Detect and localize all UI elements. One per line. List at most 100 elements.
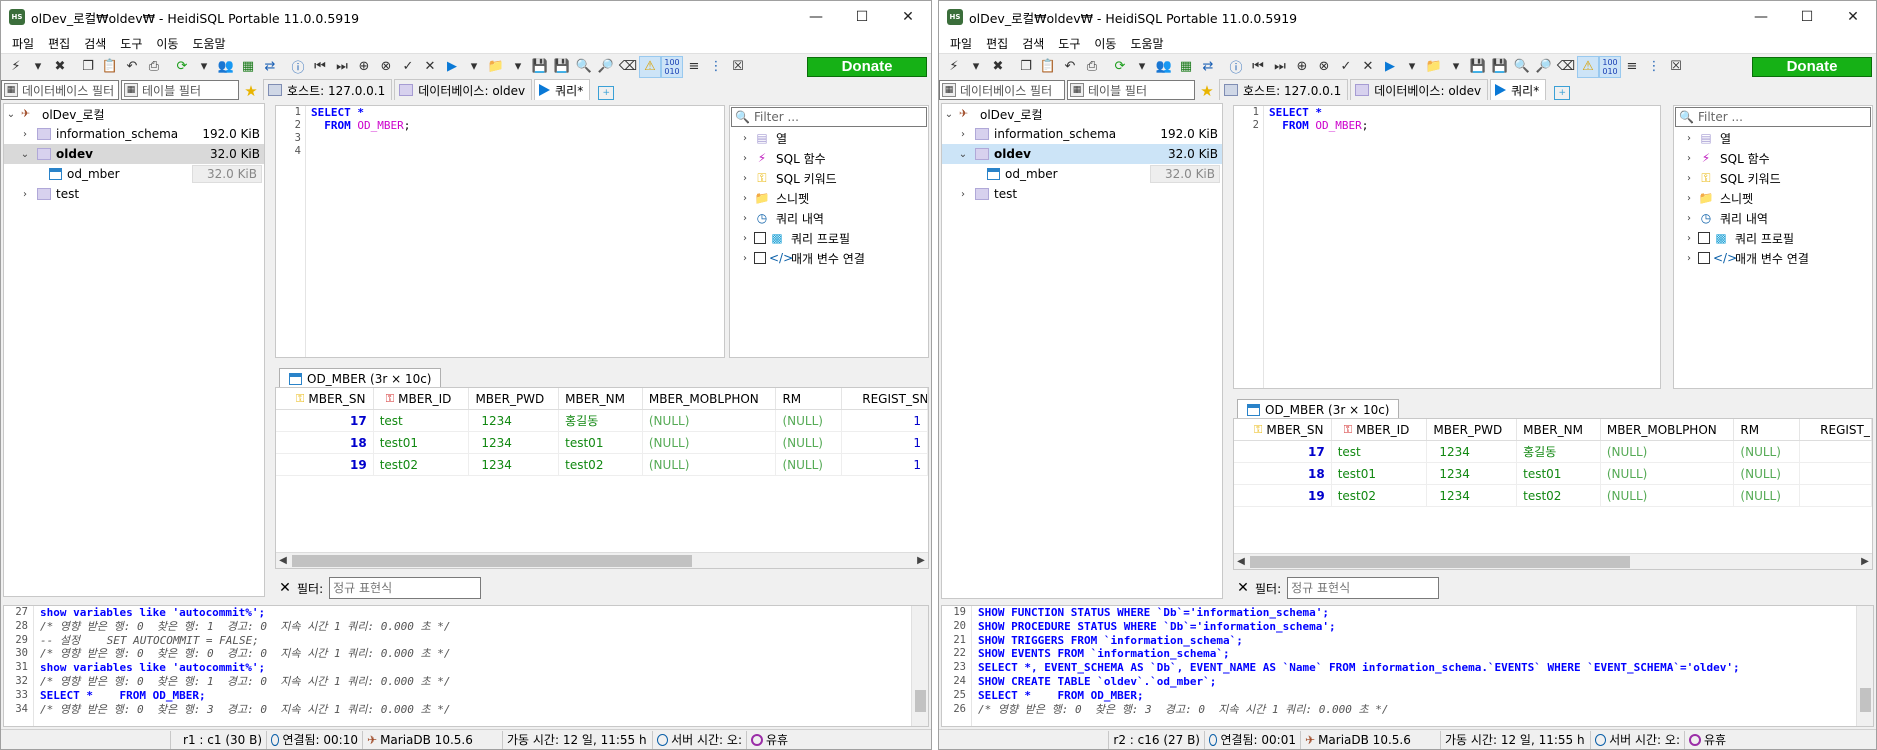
chevron-right-icon[interactable]: › [956, 189, 970, 200]
table-cell[interactable]: (NULL) [642, 454, 777, 476]
checkbox[interactable] [754, 252, 766, 264]
table-cell[interactable]: (NULL) [776, 410, 843, 432]
tree-item-information-schema[interactable]: › information_schema 192.0 KiB [4, 124, 264, 144]
column-header[interactable]: MBER_NM [559, 388, 643, 409]
helper-item-query-profile[interactable]: › ▩ 쿼리 프로필 [730, 228, 928, 248]
table-cell[interactable]: 17 [276, 410, 374, 432]
add-icon[interactable]: ⊕ [1291, 56, 1313, 78]
help-icon[interactable]: ⓘ [287, 56, 309, 78]
result-grid[interactable]: ⚿ MBER_SN ⚿ MBER_ID MBER_PWD MBER_NM MBER_… [275, 387, 929, 569]
column-header[interactable]: MBER_MOBLPHON [1601, 419, 1735, 440]
sql-editor[interactable]: 1 2 3 4 SELECT * FROM OD_MBER; [275, 105, 725, 358]
database-filter-input[interactable]: ▦ 데이터베이스 필터 [1, 80, 119, 100]
table-cell[interactable]: 1234 [1427, 441, 1518, 463]
column-header[interactable]: ⚿ MBER_ID [374, 388, 470, 409]
menu-tools[interactable]: 도구 [113, 35, 149, 52]
column-header[interactable]: MBER_PWD [1427, 419, 1518, 440]
chevron-right-icon[interactable]: › [736, 193, 754, 204]
table-row[interactable]: 17 test 1234 홍길동 (NULL) (NULL) [1234, 441, 1872, 463]
database-filter-input[interactable]: ▦ 데이터베이스 필터 [939, 80, 1065, 100]
sql-editor[interactable]: 1 2 SELECT * FROM OD_MBER; [1233, 105, 1661, 389]
disconnect-icon[interactable]: ✖ [49, 56, 71, 78]
helper-item-snippets[interactable]: › 📁 스니펫 [730, 188, 928, 208]
warning-icon[interactable]: ⚠ [1577, 55, 1599, 78]
maximize-button[interactable]: ☐ [1784, 1, 1830, 33]
scroll-thumb[interactable] [1860, 688, 1871, 712]
table-cell[interactable]: (NULL) [776, 432, 843, 454]
table-cell[interactable]: 1 [842, 454, 928, 476]
maximize-button[interactable]: ☐ [839, 1, 885, 33]
code-area[interactable]: SELECT * FROM OD_MBER; [311, 106, 410, 132]
menu-edit[interactable]: 편집 [41, 35, 77, 52]
helper-item-columns[interactable]: › ▤ 열 [1674, 128, 1872, 148]
table-cell[interactable]: 1 [842, 432, 928, 454]
undo-icon[interactable]: ↶ [1059, 56, 1081, 78]
table-cell[interactable]: (NULL) [1600, 485, 1735, 507]
table-cell[interactable]: test02 [373, 454, 470, 476]
minimize-button[interactable]: — [793, 1, 839, 33]
connect-icon[interactable]: ⚡ [5, 56, 27, 78]
table-cell[interactable]: 18 [276, 432, 374, 454]
close-filter-icon[interactable]: ✕ [1231, 580, 1255, 596]
chevron-down-icon[interactable]: ⌄ [956, 149, 970, 160]
chevron-right-icon[interactable]: › [1680, 153, 1698, 164]
scroll-left-icon[interactable]: ◀ [1234, 554, 1248, 569]
remove-icon[interactable]: ⊗ [375, 56, 397, 78]
table-cell[interactable] [1800, 463, 1872, 485]
last-icon[interactable]: ⏭ [1269, 56, 1291, 78]
column-header[interactable]: MBER_MOBLPHON [643, 388, 777, 409]
chevron-right-icon[interactable]: › [736, 153, 754, 164]
table-cell[interactable]: 1234 [469, 454, 560, 476]
donate-button[interactable]: Donate [807, 57, 927, 77]
save-icon[interactable]: 💾 [529, 56, 551, 78]
table-cell[interactable]: 1 [842, 410, 928, 432]
menu-help[interactable]: 도움말 [1123, 35, 1170, 52]
menu-file[interactable]: 파일 [5, 35, 41, 52]
helper-item-sql-keywords[interactable]: › ⚿ SQL 키워드 [730, 168, 928, 188]
helper-item-sql-functions[interactable]: › ⚡ SQL 함수 [1674, 148, 1872, 168]
print-icon[interactable]: ⎙ [143, 56, 165, 78]
column-header[interactable]: REGIST_SN [842, 388, 928, 409]
vertical-scrollbar[interactable] [911, 606, 928, 726]
filter-regex-input[interactable] [329, 577, 482, 599]
donate-button[interactable]: Donate [1752, 57, 1872, 77]
menu-go[interactable]: 이동 [1087, 35, 1123, 52]
scroll-thumb[interactable] [1250, 556, 1630, 568]
table-cell[interactable]: 19 [276, 454, 374, 476]
user-manager-icon[interactable]: 👥 [1153, 56, 1175, 78]
tree-item-od-mber[interactable]: od_mber 32.0 KiB [4, 164, 264, 184]
tree-item-information-schema[interactable]: › information_schema 192.0 KiB [942, 124, 1222, 144]
helper-filter-input[interactable]: 🔍 Filter ... [731, 107, 927, 127]
chevron-right-icon[interactable]: › [736, 233, 754, 244]
run-icon[interactable]: ▶ [1379, 56, 1401, 78]
table-cell[interactable]: test [373, 410, 470, 432]
tree-item-oldev[interactable]: ⌄ oldev 32.0 KiB [4, 144, 264, 164]
table-cell[interactable]: 19 [1234, 485, 1332, 507]
paste-icon[interactable]: 📋 [1037, 56, 1059, 78]
table-row[interactable]: 19 test02 1234 test02 (NULL) (NULL) [1234, 485, 1872, 507]
column-header[interactable]: ⚿ MBER_ID [1332, 419, 1428, 440]
run-icon[interactable]: ▶ [441, 56, 463, 78]
vertical-scrollbar[interactable] [1856, 606, 1873, 726]
column-header[interactable]: MBER_PWD [469, 388, 560, 409]
info-icon[interactable]: ⋮ [1643, 56, 1665, 78]
table-row[interactable]: 19 test02 1234 test02 (NULL) (NULL) 1 [276, 454, 928, 476]
code-area[interactable]: SELECT * FROM OD_MBER; [1269, 106, 1368, 132]
paste-icon[interactable]: 📋 [99, 56, 121, 78]
sql-log[interactable]: 27 28 29 30 31 32 33 34 show variables l… [3, 605, 929, 727]
dropdown-icon[interactable]: ▾ [1445, 56, 1467, 78]
table-cell[interactable]: test01 [1331, 463, 1428, 485]
chevron-right-icon[interactable]: › [736, 253, 754, 264]
scroll-left-icon[interactable]: ◀ [276, 553, 290, 568]
table-row[interactable]: 18 test01 1234 test01 (NULL) (NULL) [1234, 463, 1872, 485]
add-icon[interactable]: ⊕ [353, 56, 375, 78]
find-icon[interactable]: 🔍 [1511, 56, 1533, 78]
tab-query[interactable]: 쿼리* [534, 79, 591, 100]
disconnect-icon[interactable]: ✖ [987, 56, 1009, 78]
table-filter-input[interactable]: ▦ 테이블 필터 [1067, 80, 1195, 100]
open-folder-icon[interactable]: 📁 [1423, 56, 1445, 78]
copy-icon[interactable]: ❐ [77, 56, 99, 78]
tab-host[interactable]: 호스트: 127.0.0.1 [263, 79, 393, 100]
chevron-right-icon[interactable]: › [1680, 213, 1698, 224]
binary-icon[interactable]: 100 010 [1599, 55, 1621, 78]
